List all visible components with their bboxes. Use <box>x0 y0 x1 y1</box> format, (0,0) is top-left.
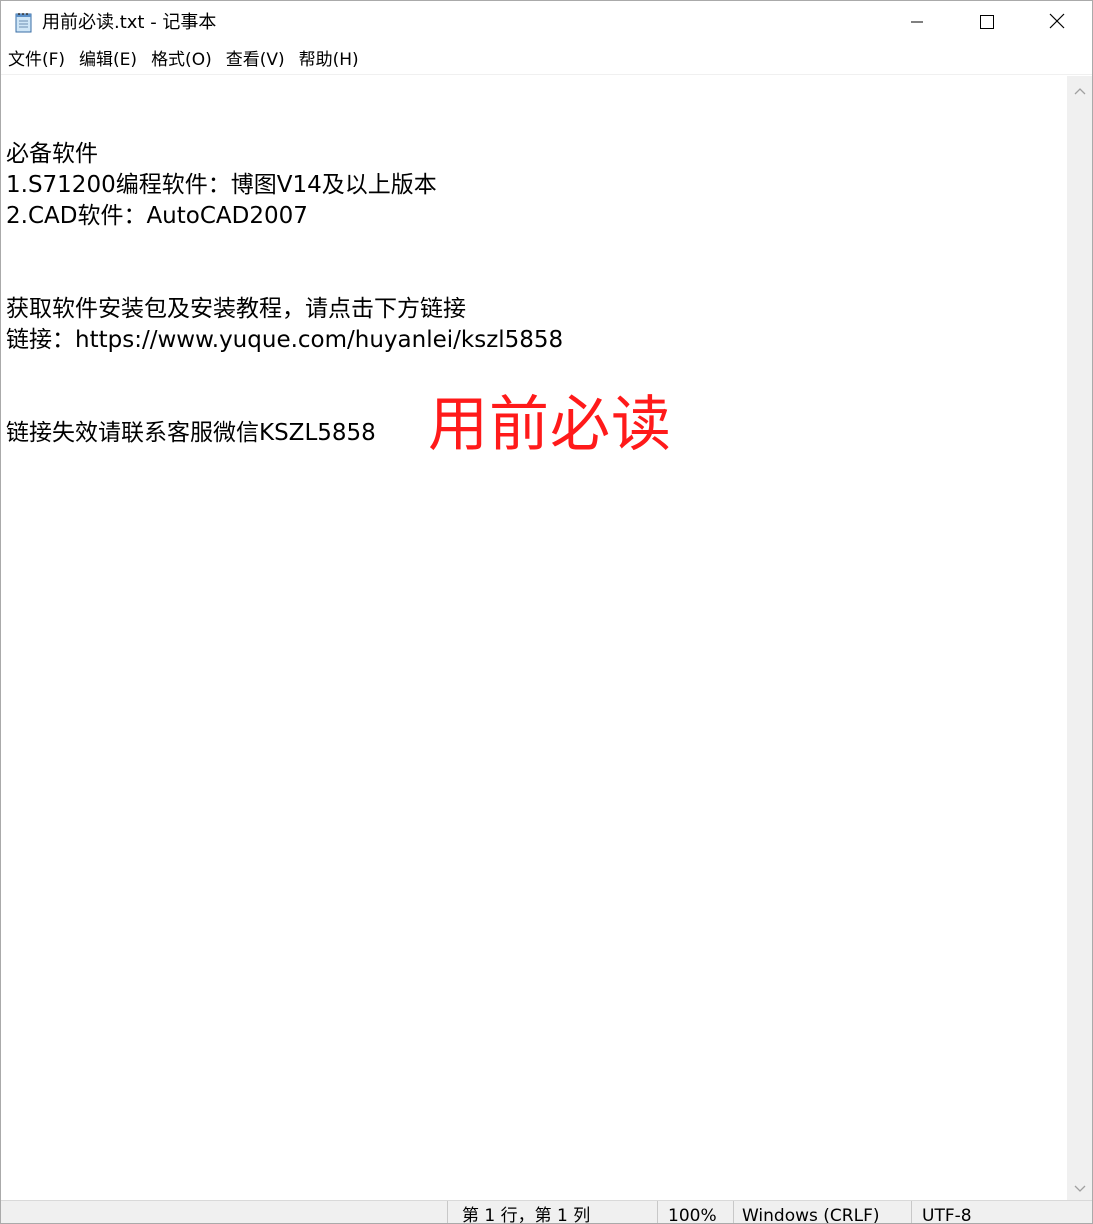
close-button[interactable] <box>1022 1 1092 45</box>
menu-file[interactable]: 文件(F) <box>2 47 71 73</box>
status-cursor-position: 第 1 行，第 1 列 <box>447 1201 657 1223</box>
text-line-heading: 必备软件 <box>6 141 98 167</box>
overlay-title: 用前必读 <box>428 390 672 460</box>
maximize-icon <box>980 14 994 33</box>
minimize-icon <box>910 14 924 33</box>
text-line-download-info: 获取软件安装包及安装教程，请点击下方链接 <box>6 296 466 322</box>
status-bar: 第 1 行，第 1 列 100% Windows (CRLF) UTF-8 <box>1 1200 1092 1223</box>
text-line-software-1: 1.S71200编程软件：博图V14及以上版本 <box>6 172 437 198</box>
chevron-down-icon <box>1074 1178 1086 1197</box>
menu-help[interactable]: 帮助(H) <box>293 47 365 73</box>
menu-bar: 文件(F) 编辑(E) 格式(O) 查看(V) 帮助(H) <box>1 45 1092 75</box>
close-icon <box>1049 13 1065 33</box>
text-line-contact: 链接失效请联系客服微信KSZL5858 <box>6 420 376 446</box>
maximize-button[interactable] <box>952 1 1022 45</box>
menu-edit[interactable]: 编辑(E) <box>73 47 143 73</box>
scroll-up-button[interactable] <box>1067 76 1092 102</box>
minimize-button[interactable] <box>882 1 952 45</box>
vertical-scrollbar[interactable] <box>1067 76 1092 1200</box>
text-line-link: 链接：https://www.yuque.com/huyanlei/kszl58… <box>6 327 564 353</box>
text-editor[interactable]: 必备软件 1.S71200编程软件：博图V14及以上版本 2.CAD软件：Aut… <box>1 76 1067 1200</box>
menu-format[interactable]: 格式(O) <box>145 47 218 73</box>
title-bar[interactable]: 用前必读.txt - 记事本 <box>1 1 1092 45</box>
window-title: 用前必读.txt - 记事本 <box>42 12 217 33</box>
status-line-ending: Windows (CRLF) <box>733 1201 911 1223</box>
status-zoom: 100% <box>657 1201 733 1223</box>
notepad-window: 用前必读.txt - 记事本 文件(F) 编辑(E) 格式(O) 查看(V) 帮… <box>0 0 1093 1224</box>
status-encoding: UTF-8 <box>911 1201 1092 1223</box>
scroll-down-button[interactable] <box>1067 1174 1092 1200</box>
menu-view[interactable]: 查看(V) <box>220 47 291 73</box>
text-line-software-2: 2.CAD软件：AutoCAD2007 <box>6 203 308 229</box>
chevron-up-icon <box>1074 80 1086 99</box>
notepad-icon <box>14 11 34 33</box>
